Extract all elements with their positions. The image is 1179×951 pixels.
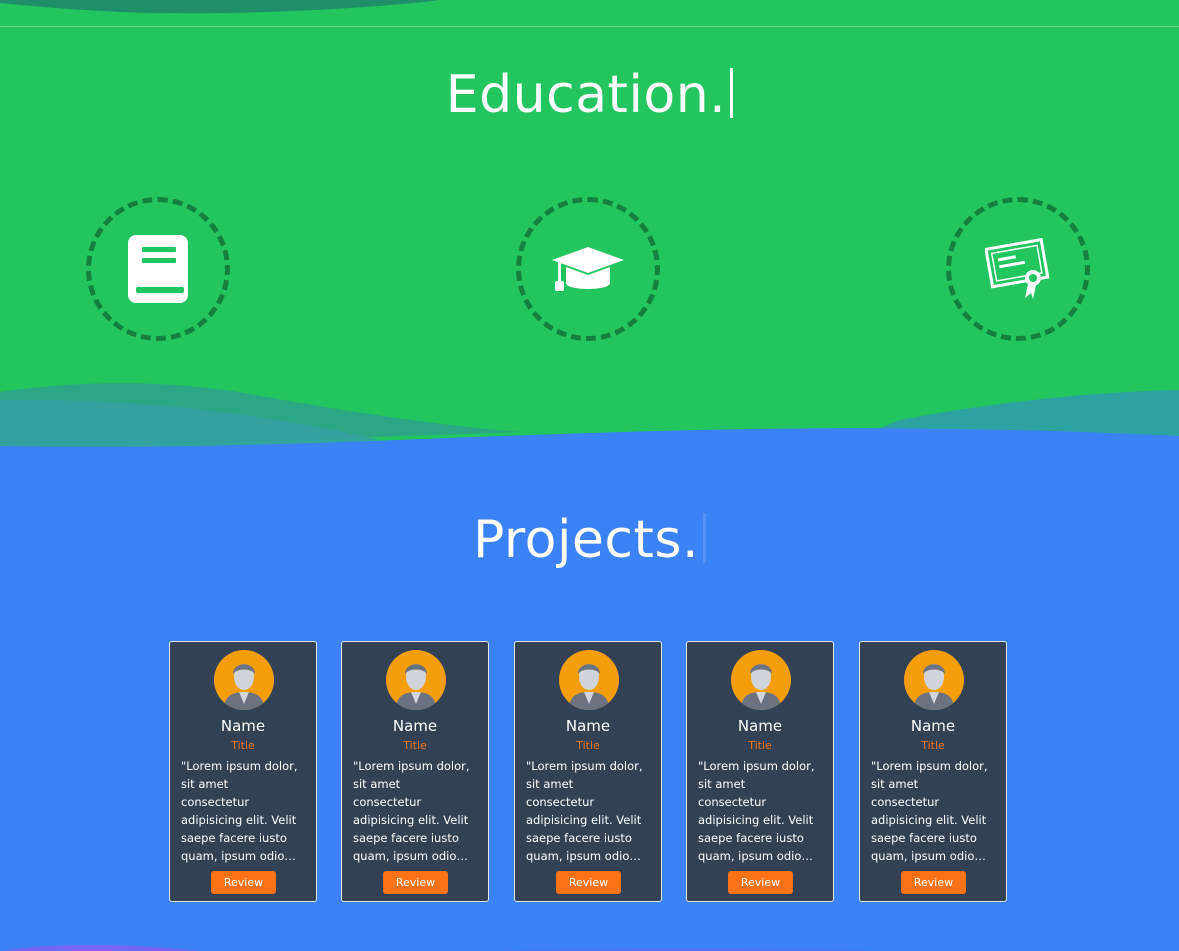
- card-title: Title: [576, 739, 600, 752]
- graduation-cap-icon: [552, 247, 624, 291]
- book-icon: [128, 235, 188, 303]
- card-title: Title: [231, 739, 255, 752]
- project-card: Name Title "Lorem ipsum dolor, sit amet …: [514, 641, 662, 902]
- avatar: [731, 650, 791, 710]
- person-icon: [741, 664, 781, 710]
- avatar: [386, 650, 446, 710]
- project-card: Name Title "Lorem ipsum dolor, sit amet …: [169, 641, 317, 902]
- avatar: [904, 650, 964, 710]
- review-button[interactable]: Review: [383, 871, 448, 894]
- review-button[interactable]: Review: [728, 871, 793, 894]
- book-icon-circle: [86, 197, 230, 341]
- card-title: Title: [921, 739, 945, 752]
- project-card: Name Title "Lorem ipsum dolor, sit amet …: [341, 641, 489, 902]
- person-icon: [396, 664, 436, 710]
- card-title: Title: [403, 739, 427, 752]
- education-heading: Education.: [0, 60, 1179, 130]
- card-quote: "Lorem ipsum dolor, sit amet consectetur…: [871, 759, 988, 863]
- education-title: Education.: [445, 65, 727, 125]
- projects-title: Projects.: [472, 510, 700, 570]
- bottom-wave-decoration: [0, 944, 880, 951]
- person-icon: [569, 664, 609, 710]
- graduation-icon-circle: [516, 197, 660, 341]
- typing-cursor: [703, 513, 707, 563]
- person-icon: [224, 664, 264, 710]
- page: Education. Projects. Name Title "Lorem i…: [0, 0, 1179, 951]
- avatar: [214, 650, 274, 710]
- card-quote: "Lorem ipsum dolor, sit amet consectetur…: [353, 759, 470, 863]
- card-quote: "Lorem ipsum dolor, sit amet consectetur…: [526, 759, 643, 863]
- projects-heading: Projects.: [0, 505, 1179, 575]
- section-divider: [0, 26, 1179, 27]
- person-icon: [914, 664, 954, 710]
- project-card: Name Title "Lorem ipsum dolor, sit amet …: [859, 641, 1007, 902]
- card-quote: "Lorem ipsum dolor, sit amet consectetur…: [181, 759, 298, 863]
- project-cards: Name Title "Lorem ipsum dolor, sit amet …: [169, 641, 1010, 904]
- project-card: Name Title "Lorem ipsum dolor, sit amet …: [686, 641, 834, 902]
- review-button[interactable]: Review: [556, 871, 621, 894]
- avatar: [559, 650, 619, 710]
- card-name: Name: [565, 717, 611, 735]
- education-section: Education.: [0, 0, 1179, 470]
- card-quote: "Lorem ipsum dolor, sit amet consectetur…: [698, 759, 815, 863]
- card-title: Title: [748, 739, 772, 752]
- card-name: Name: [392, 717, 438, 735]
- card-name: Name: [737, 717, 783, 735]
- certificate-icon-circle: [946, 197, 1090, 341]
- wave-divider: [0, 383, 1179, 470]
- card-name: Name: [220, 717, 266, 735]
- certificate-icon: [985, 238, 1050, 299]
- top-wave-decoration: [0, 0, 440, 14]
- card-name: Name: [910, 717, 956, 735]
- review-button[interactable]: Review: [901, 871, 966, 894]
- review-button[interactable]: Review: [211, 871, 276, 894]
- typing-cursor: [730, 68, 734, 118]
